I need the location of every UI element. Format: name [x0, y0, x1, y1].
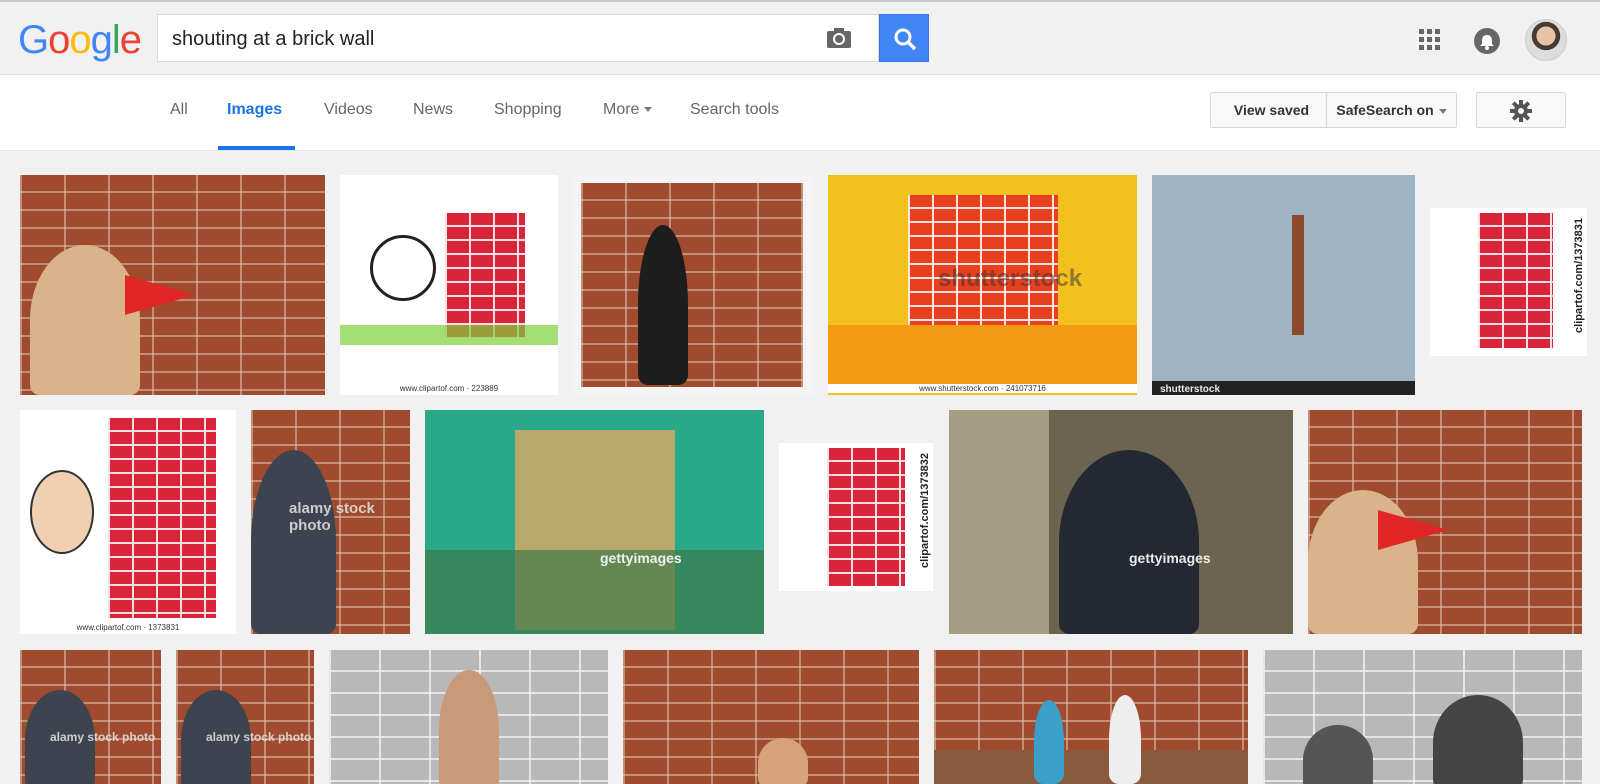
- safesearch-label: SafeSearch on: [1336, 102, 1434, 118]
- image-result-bw-faces-graffiti[interactable]: [1263, 650, 1582, 784]
- top-bar: Google: [0, 0, 1600, 75]
- watermark: alamy stock photo: [50, 730, 156, 744]
- red-wall: [827, 448, 905, 586]
- bell-icon[interactable]: [1474, 28, 1500, 54]
- logo-letter-g: G: [18, 18, 49, 62]
- search-button[interactable]: [879, 14, 929, 62]
- tab-search-tools[interactable]: Search tools: [690, 101, 779, 119]
- image-caption: www.shutterstock.com · 241073716: [828, 384, 1137, 393]
- tab-all[interactable]: All: [170, 101, 188, 119]
- man-figure: [638, 225, 688, 385]
- image-side-caption: clipartof.com/1373832: [919, 453, 931, 568]
- image-result-man-against-wall[interactable]: [573, 175, 813, 395]
- logo-letter-g2: g: [90, 18, 113, 62]
- view-saved-button[interactable]: View saved: [1210, 92, 1333, 128]
- image-result-illustrated-wall-megaphone[interactable]: gettyimages: [425, 410, 764, 634]
- thin-wall: [1292, 215, 1304, 335]
- avatar[interactable]: [1525, 19, 1567, 61]
- man-figure: [1059, 450, 1199, 634]
- image-result-cartoon-red-wall[interactable]: clipartof.com/1373831: [1430, 208, 1587, 356]
- watermark: shutterstock: [1160, 384, 1221, 395]
- face-figure: [758, 738, 808, 784]
- image-result-man-alamy-2[interactable]: alamy stock photo: [176, 650, 314, 784]
- cartoon-face: [370, 235, 436, 301]
- megaphone-shape: [125, 275, 195, 315]
- logo-letter-e: e: [119, 18, 142, 62]
- cartoon-head: [30, 470, 94, 554]
- megaphone-shape: [1378, 510, 1448, 550]
- tab-images[interactable]: Images: [227, 101, 282, 119]
- image-result-man-alamy-1[interactable]: alamy stock photo: [20, 650, 161, 784]
- cartoon-brick-wall: [445, 213, 525, 338]
- chevron-down-icon: [644, 107, 653, 113]
- face-figure: [1433, 695, 1523, 784]
- settings-button[interactable]: [1476, 92, 1566, 128]
- man-figure: [251, 450, 336, 634]
- bell-glyph: [1480, 35, 1494, 50]
- man-figure: [1109, 695, 1141, 784]
- tab-videos[interactable]: Videos: [324, 101, 373, 119]
- tab-more-label: More: [603, 101, 640, 118]
- woman-figure: [1034, 700, 1064, 784]
- red-wall: [1478, 213, 1553, 348]
- orange-ground: [828, 325, 1137, 385]
- search-icon: [894, 28, 917, 51]
- grass-strip: [340, 325, 558, 345]
- search-box: [157, 14, 879, 62]
- tab-shopping[interactable]: Shopping: [494, 101, 562, 119]
- logo-letter-o2: o: [69, 18, 91, 62]
- image-result-cartoon-girl-wall[interactable]: clipartof.com/1373832: [779, 443, 933, 591]
- image-result-cartoon-shouting-wall[interactable]: www.clipartof.com · 1373831: [20, 410, 236, 634]
- image-result-man-head-on-wall[interactable]: gettyimages: [949, 410, 1293, 634]
- logo-letter-l: l: [111, 18, 121, 62]
- camera-icon[interactable]: [826, 27, 852, 49]
- brick-wall-bg: [581, 183, 803, 387]
- face-figure: [1303, 725, 1373, 784]
- google-logo[interactable]: Google: [18, 18, 142, 63]
- image-result-couple-arguing[interactable]: [934, 650, 1248, 784]
- image-caption: www.clipartof.com · 223889: [399, 384, 499, 393]
- watermark: gettyimages: [600, 550, 682, 566]
- image-result-woman-megaphone-2[interactable]: [1308, 410, 1582, 634]
- image-caption: www.clipartof.com · 1373831: [76, 623, 180, 632]
- watermark: alamy stock photo: [289, 500, 375, 534]
- floor: [934, 750, 1248, 784]
- image-result-woman-at-red-wall[interactable]: [623, 650, 919, 784]
- image-result-man-at-wall[interactable]: alamy stock photo: [251, 410, 410, 634]
- image-side-caption: clipartof.com/1373831: [1573, 218, 1585, 333]
- apps-grid-icon[interactable]: [1419, 29, 1441, 51]
- woman-figure: [30, 245, 140, 395]
- watermark: shutterstock: [938, 265, 1083, 292]
- nav-bar: All Images Videos News Shopping More Sea…: [0, 75, 1600, 151]
- image-result-yellow-red-wall[interactable]: shutterstock www.shutterstock.com · 2410…: [828, 175, 1137, 395]
- ground: [425, 550, 764, 634]
- red-wall: [108, 418, 216, 618]
- safesearch-button[interactable]: SafeSearch on: [1326, 92, 1457, 128]
- chevron-down-icon: [1438, 108, 1447, 114]
- stone-wall: [949, 410, 1049, 634]
- man-figure: [439, 670, 499, 784]
- search-input[interactable]: [170, 25, 814, 53]
- logo-letter-o1: o: [48, 18, 70, 62]
- image-result-shirtless-man-shouting[interactable]: [329, 650, 608, 784]
- image-result-cartoon-chimney[interactable]: www.clipartof.com · 223889: [340, 175, 558, 395]
- image-result-woman-megaphone[interactable]: [20, 175, 325, 395]
- watermark: alamy stock photo: [206, 730, 312, 744]
- gear-icon: [1510, 100, 1532, 122]
- image-result-cartoon-businessmen[interactable]: shutterstock: [1152, 175, 1415, 395]
- watermark: gettyimages: [1129, 550, 1211, 566]
- tab-news[interactable]: News: [413, 101, 453, 119]
- tab-more[interactable]: More: [603, 101, 653, 119]
- image-results-grid: www.clipartof.com · 223889 shutterstock …: [0, 150, 1600, 784]
